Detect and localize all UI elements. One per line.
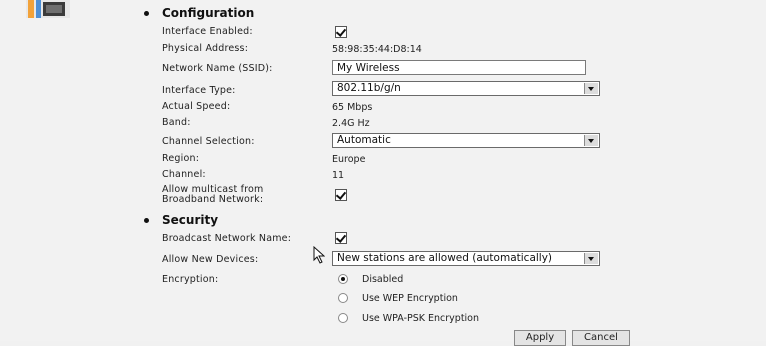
chevron-down-icon[interactable] [584,253,598,264]
allow-devices-selected: New stations are allowed (automatically) [337,252,553,264]
channel-value: 11 [332,170,345,181]
physical-address-value: 58:98:35:44:D8:14 [332,44,422,55]
apply-button[interactable]: Apply [514,330,566,346]
multicast-checkbox[interactable] [335,189,347,201]
router-logo-icon [26,0,70,18]
broadcast-name-checkbox[interactable] [335,232,347,244]
encryption-disabled-label: Disabled [362,274,404,285]
channel-selection-select[interactable]: Automatic [332,133,600,148]
actual-speed-value: 65 Mbps [332,102,373,113]
encryption-disabled-radio[interactable] [338,274,348,284]
cancel-button[interactable]: Cancel [572,330,630,346]
encryption-wep-radio[interactable] [338,293,348,303]
physical-address-label: Physical Address: [162,43,249,54]
allow-devices-select[interactable]: New stations are allowed (automatically) [332,251,600,266]
chevron-down-icon[interactable] [584,83,598,94]
encryption-label: Encryption: [162,274,219,285]
channel-label: Channel: [162,169,206,180]
config-section-title: Configuration [162,6,255,20]
mouse-pointer-icon [313,246,325,264]
channel-selection-label: Channel Selection: [162,136,255,147]
actual-speed-label: Actual Speed: [162,101,231,112]
ssid-label: Network Name (SSID): [162,63,273,74]
interface-enabled-label: Interface Enabled: [162,26,253,37]
allow-devices-label: Allow New Devices: [162,254,259,265]
band-value: 2.4G Hz [332,118,370,129]
interface-type-label: Interface Type: [162,85,236,96]
interface-type-select[interactable]: 802.11b/g/n [332,81,600,96]
chevron-down-icon[interactable] [584,135,598,146]
encryption-wpa-radio[interactable] [338,313,348,323]
interface-type-selected: 802.11b/g/n [337,82,401,94]
band-label: Band: [162,117,191,128]
security-section-title: Security [162,213,219,227]
region-value: Europe [332,154,366,165]
multicast-label-line2: Broadband Network: [162,194,264,205]
channel-selection-selected: Automatic [337,134,391,146]
broadcast-name-label: Broadcast Network Name: [162,233,292,244]
security-bullet [144,218,149,223]
encryption-wep-label: Use WEP Encryption [362,293,458,304]
router-settings-page: Configuration Interface Enabled: Physica… [0,0,766,346]
interface-enabled-checkbox[interactable] [335,26,347,38]
region-label: Region: [162,153,200,164]
config-bullet [144,11,149,16]
ssid-input[interactable]: My Wireless [332,60,586,75]
encryption-wpa-label: Use WPA-PSK Encryption [362,313,480,324]
